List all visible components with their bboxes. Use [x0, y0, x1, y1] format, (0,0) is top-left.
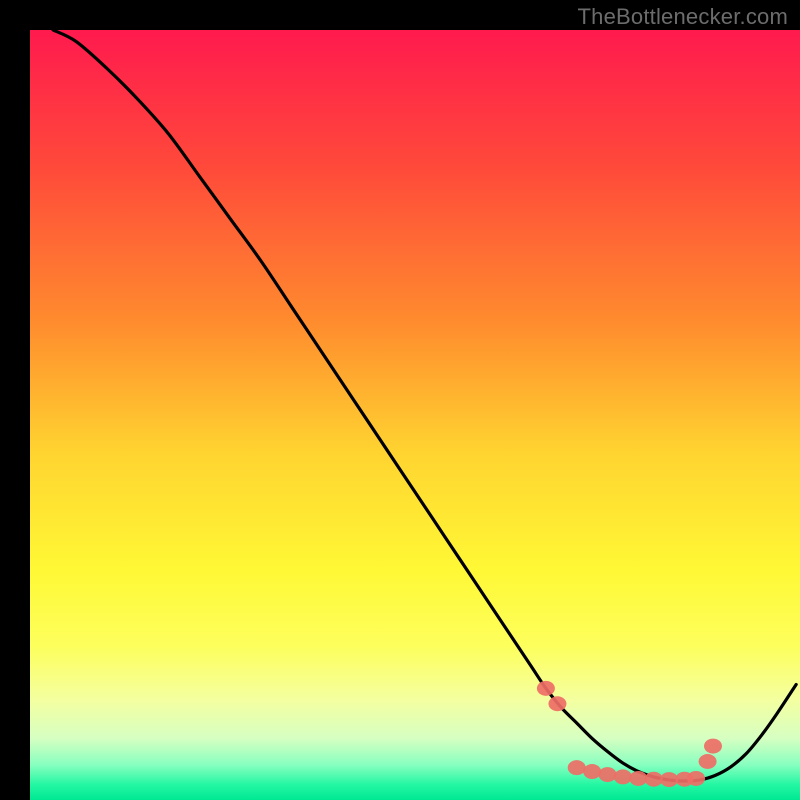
- curve-marker: [537, 681, 555, 696]
- curve-marker: [614, 769, 632, 784]
- bottleneck-chart: [30, 30, 800, 800]
- chart-frame: [15, 15, 785, 785]
- curve-marker: [687, 771, 705, 786]
- curve-marker: [704, 739, 722, 754]
- gradient-background: [30, 30, 800, 800]
- curve-marker: [645, 772, 663, 787]
- curve-marker: [699, 754, 717, 769]
- curve-marker: [583, 764, 601, 779]
- curve-marker: [599, 767, 617, 782]
- curve-marker: [660, 772, 678, 787]
- watermark-text: TheBottlenecker.com: [578, 4, 788, 30]
- curve-marker: [548, 696, 566, 711]
- curve-marker: [568, 760, 586, 775]
- curve-marker: [629, 771, 647, 786]
